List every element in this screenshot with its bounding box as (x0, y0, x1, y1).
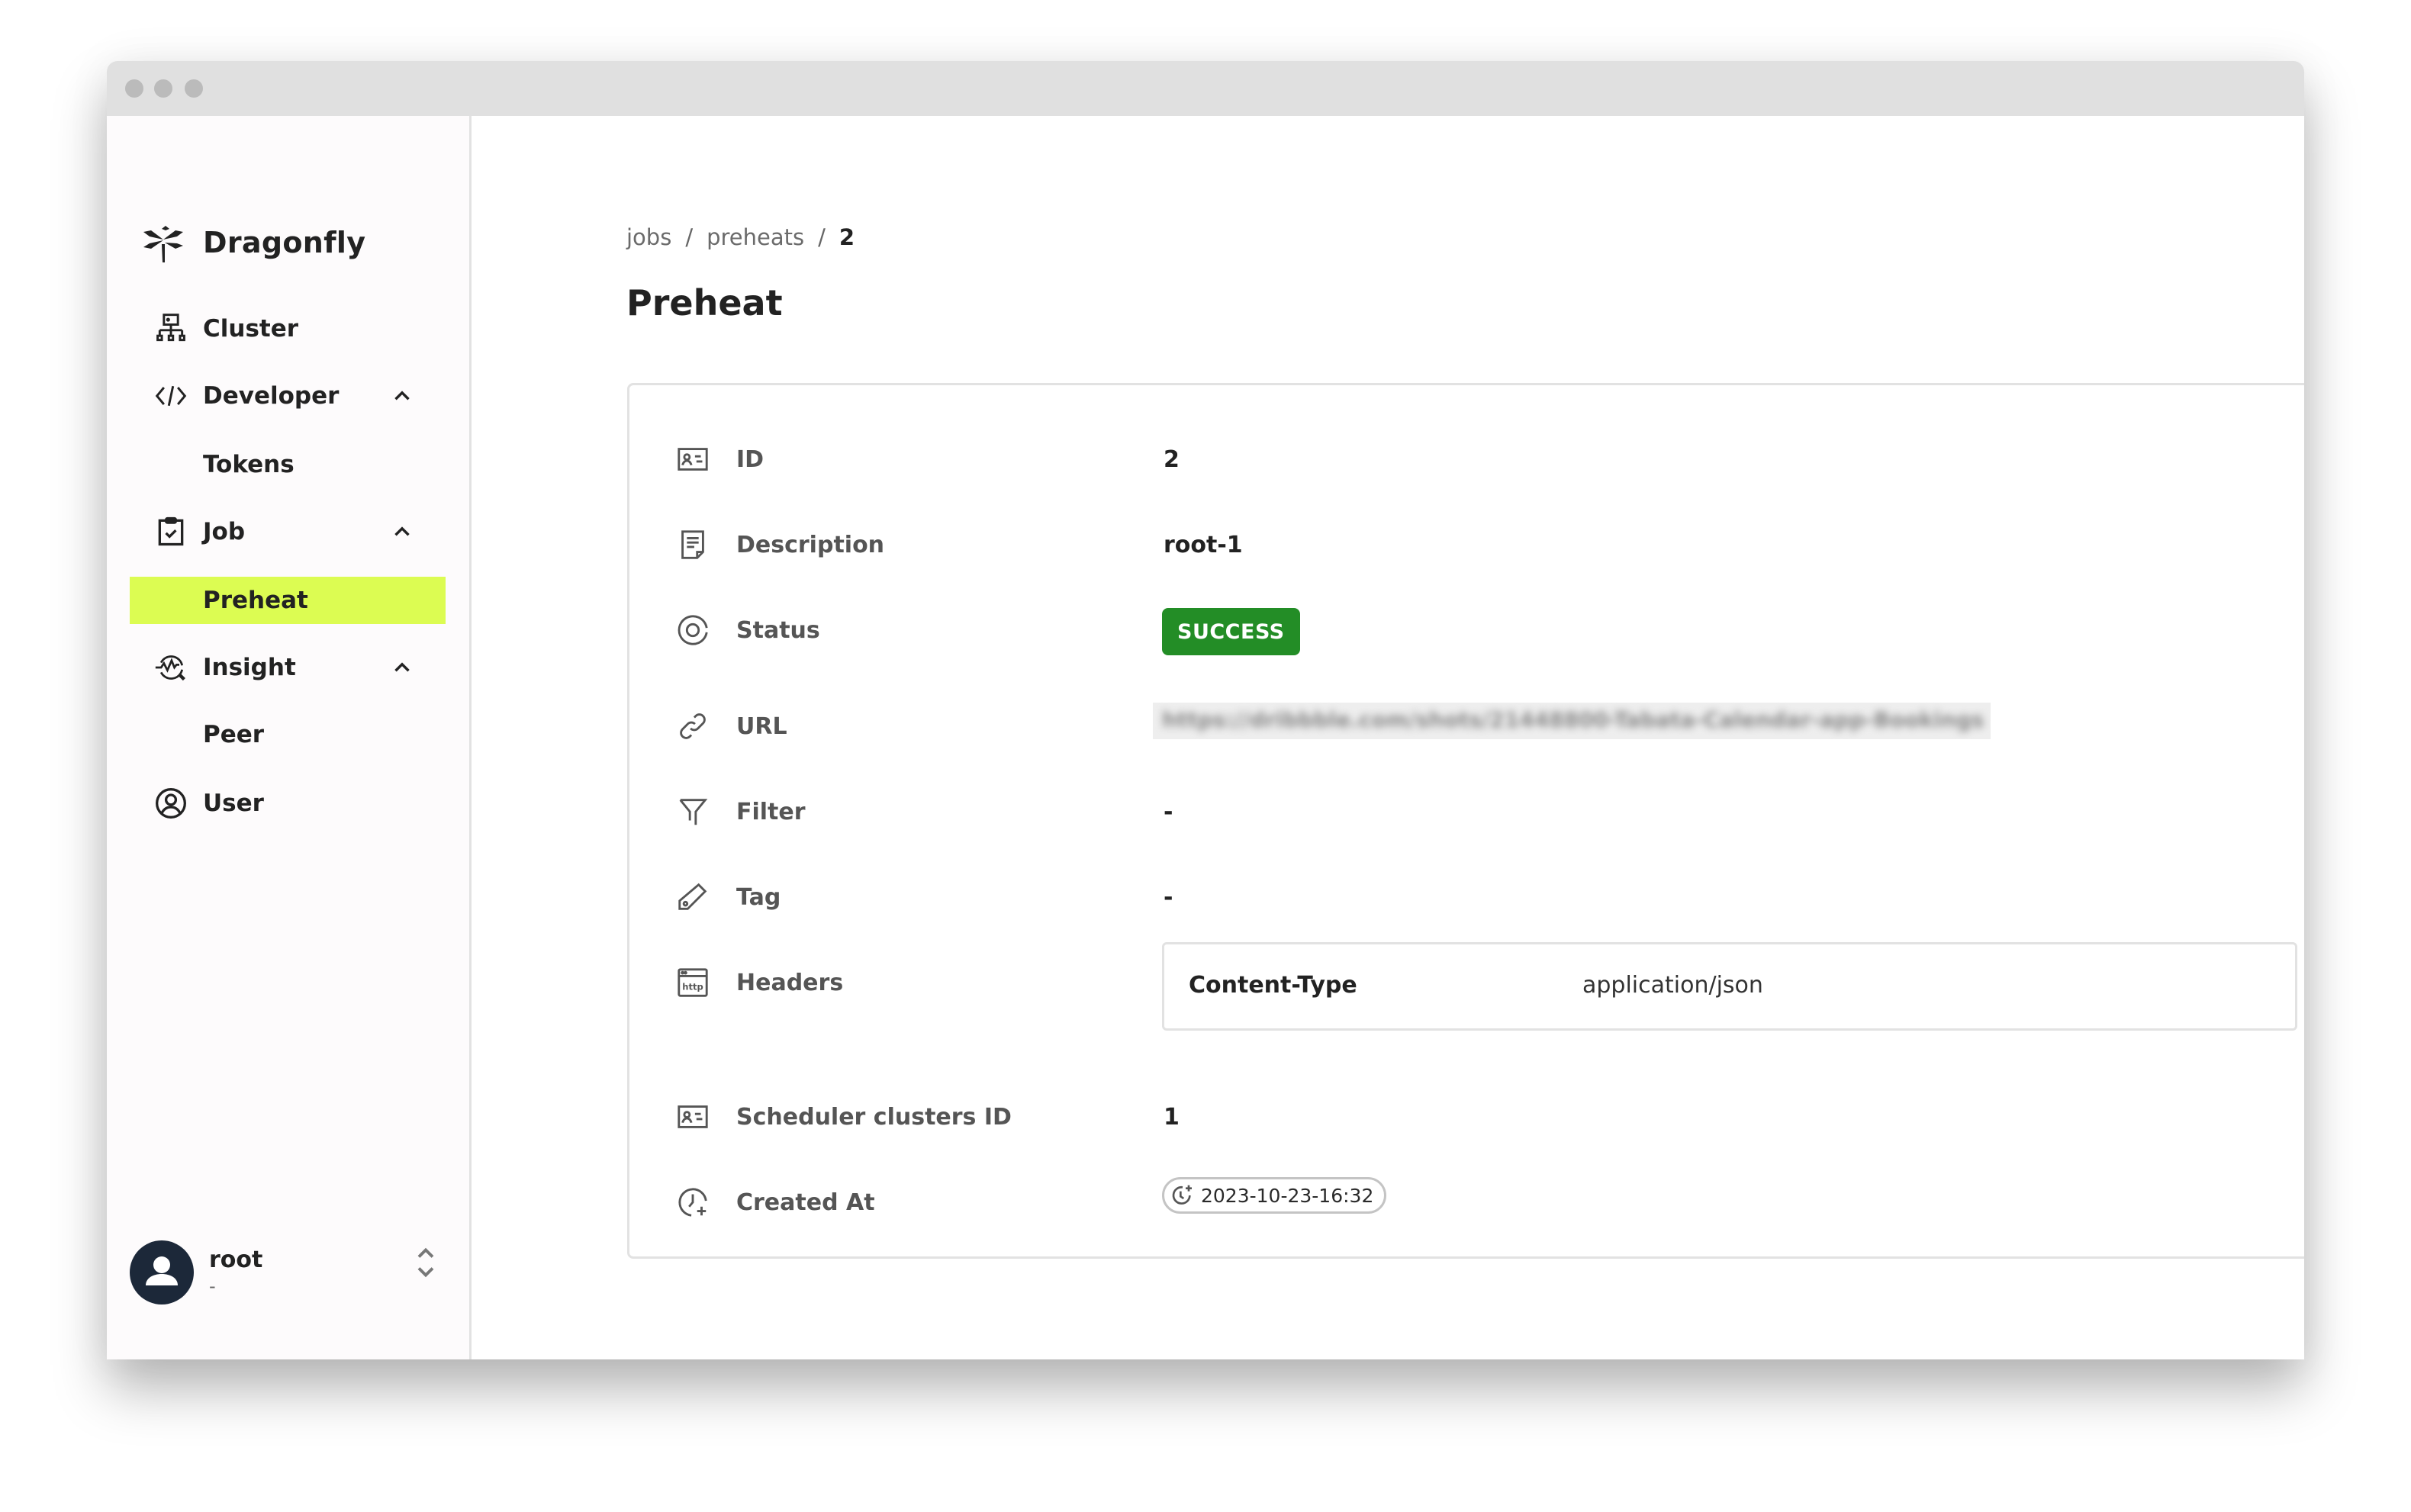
sidebar-item-developer[interactable]: Developer (130, 372, 446, 420)
detail-label: ID (736, 446, 765, 473)
detail-label: Headers (736, 970, 844, 996)
sidebar-item-peer[interactable]: Peer (130, 711, 446, 758)
window-minimize-dot[interactable] (154, 79, 172, 98)
detail-label: Filter (736, 799, 806, 825)
link-icon (675, 709, 710, 744)
detail-label: URL (736, 713, 787, 740)
detail-row-scheduler-clusters-id: Scheduler clusters ID 1 (629, 1093, 2304, 1139)
app-name: Dragonfly (203, 226, 366, 259)
detail-value-url: https://dribbble.com/shots/21448800-Taba… (1162, 707, 1984, 732)
created-at-chip: 2023-10-23-16:32 (1162, 1177, 1387, 1214)
sidebar-item-label: Cluster (203, 315, 299, 343)
clipboard-check-icon (153, 513, 189, 550)
person-icon (146, 1256, 178, 1285)
sidebar-item-tokens[interactable]: Tokens (130, 441, 446, 488)
status-ring-icon (675, 613, 710, 648)
detail-value-description: root-1 (1164, 532, 1243, 558)
insight-icon (153, 649, 189, 686)
user-name: root (209, 1247, 263, 1273)
sidebar-item-label: Insight (203, 654, 296, 681)
tag-icon (675, 880, 710, 915)
sidebar-item-insight[interactable]: Insight (130, 644, 446, 691)
breadcrumb: jobs / preheats / 2 (626, 224, 855, 250)
sidebar-item-label: User (203, 790, 264, 817)
window-maximize-dot[interactable] (185, 79, 203, 98)
id-card-icon (675, 442, 710, 477)
detail-row-tag: Tag - (629, 873, 2304, 919)
header-key: Content-Type (1189, 972, 1357, 999)
sidebar-item-label: Peer (203, 721, 265, 748)
sidebar-item-preheat[interactable]: Preheat (130, 577, 446, 624)
detail-label: Status (736, 617, 820, 644)
detail-row-url: URL https://dribbble.com/shots/21448800-… (629, 703, 2304, 748)
sidebar-item-label: Developer (203, 382, 340, 410)
detail-value-filter: - (1164, 799, 1173, 825)
sidebar-item-label: Job (203, 518, 246, 545)
logo[interactable]: Dragonfly (140, 220, 365, 265)
dragonfly-logo-icon (143, 226, 183, 262)
chevron-up-down-icon[interactable] (412, 1243, 439, 1282)
svg-text:http: http (682, 982, 703, 992)
breadcrumb-separator: / (818, 224, 826, 250)
detail-row-created-at: Created At 2023-10-23-16:32 (629, 1177, 2304, 1224)
url-value-blurred[interactable]: https://dribbble.com/shots/21448800-Taba… (1153, 703, 1991, 739)
avatar (130, 1240, 194, 1305)
header-value: application/json (1582, 972, 1763, 999)
chevron-up-icon[interactable] (389, 383, 415, 409)
detail-value-created-at: 2023-10-23-16:32 (1201, 1184, 1374, 1207)
detail-label: Scheduler clusters ID (736, 1104, 1012, 1131)
sidebar-item-user[interactable]: User (130, 780, 446, 827)
user-menu[interactable]: root - (130, 1239, 450, 1312)
sidebar: Dragonfly Cluster Developer Tokens Job P… (107, 116, 472, 1359)
headers-table: Content-Type application/json (1162, 942, 2297, 1031)
status-badge: SUCCESS (1162, 608, 1300, 655)
detail-label: Created At (736, 1189, 875, 1216)
breadcrumb-jobs[interactable]: jobs (626, 224, 671, 250)
breadcrumb-preheats[interactable]: preheats (707, 224, 804, 250)
sidebar-item-label: Tokens (203, 451, 295, 478)
detail-value-tag: - (1164, 884, 1173, 911)
detail-row-description: Description root-1 (629, 521, 2304, 567)
detail-label: Description (736, 532, 885, 558)
user-circle-icon (153, 785, 189, 822)
http-icon: http (675, 965, 710, 1000)
detail-value-scheduler-clusters-id: 1 (1164, 1104, 1180, 1131)
user-subtitle: - (209, 1276, 216, 1297)
window-close-dot[interactable] (125, 79, 143, 98)
window-titlebar (107, 61, 2304, 116)
main-content: jobs / preheats / 2 Preheat ID 2 Descrip… (474, 116, 2304, 1359)
breadcrumb-separator: / (685, 224, 694, 250)
chevron-up-icon[interactable] (389, 655, 415, 680)
id-card-icon (675, 1099, 710, 1134)
detail-value-id: 2 (1164, 446, 1180, 473)
document-icon (675, 527, 710, 562)
clock-plus-icon (1172, 1185, 1192, 1205)
sidebar-item-label: Preheat (203, 587, 308, 614)
preheat-detail-card: ID 2 Description root-1 Status SUCCESS U… (627, 383, 2304, 1259)
filter-icon (675, 794, 710, 829)
code-icon (153, 378, 189, 414)
detail-row-filter: Filter - (629, 788, 2304, 834)
detail-label: Tag (736, 884, 781, 911)
breadcrumb-current: 2 (839, 224, 855, 250)
detail-row-status: Status SUCCESS (629, 606, 2304, 655)
cluster-icon (153, 310, 189, 347)
detail-row-id: ID 2 (629, 436, 2304, 481)
sidebar-item-job[interactable]: Job (130, 508, 446, 555)
page-title: Preheat (626, 282, 783, 323)
chevron-up-icon[interactable] (389, 519, 415, 545)
app-window: Dragonfly Cluster Developer Tokens Job P… (107, 61, 2304, 1359)
detail-row-headers: http Headers Content-Type application/js… (629, 942, 2304, 1031)
sidebar-item-cluster[interactable]: Cluster (130, 305, 446, 352)
clock-plus-icon (675, 1185, 710, 1220)
